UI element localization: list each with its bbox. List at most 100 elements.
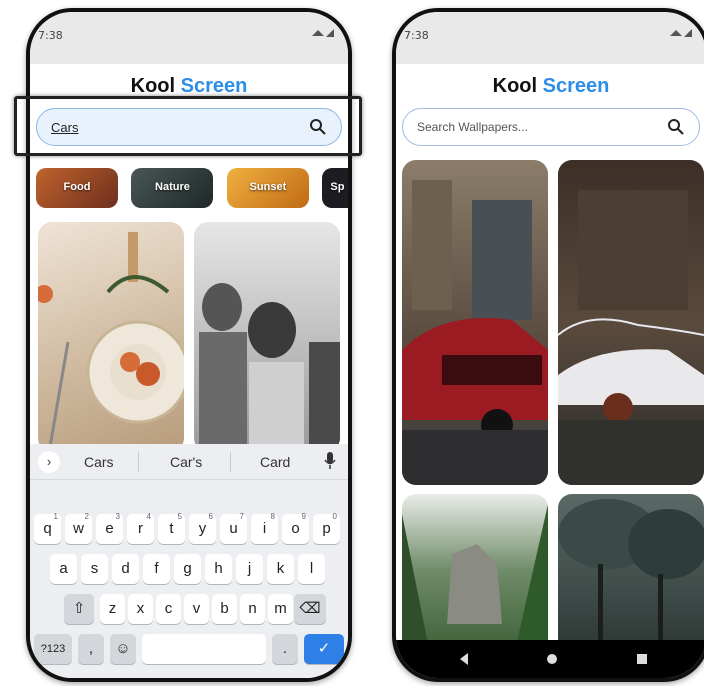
phone-right: 7:38 Kool Screen Search Wallpapers... bbox=[392, 8, 704, 682]
chevron-right-icon[interactable]: › bbox=[38, 451, 60, 473]
key-alt-label: 0 bbox=[332, 512, 337, 521]
key-m[interactable]: m bbox=[268, 594, 293, 624]
app-title-part1: Kool bbox=[492, 74, 538, 97]
wallpaper-tile-dark-trees[interactable] bbox=[558, 494, 704, 664]
key-r[interactable]: r4 bbox=[127, 512, 154, 544]
key-t[interactable]: t5 bbox=[158, 512, 185, 544]
category-label: Food bbox=[63, 181, 91, 193]
key-p[interactable]: p0 bbox=[313, 512, 340, 544]
enter-key[interactable]: ✓ bbox=[304, 634, 344, 664]
key-n[interactable]: n bbox=[240, 594, 265, 624]
suggestion-item[interactable]: Card bbox=[260, 454, 290, 470]
key-e[interactable]: e3 bbox=[96, 512, 123, 544]
key-k[interactable]: k bbox=[267, 554, 294, 584]
key-alt-label: 4 bbox=[146, 512, 151, 521]
backspace-key[interactable]: ⌫ bbox=[294, 594, 326, 624]
status-icons bbox=[668, 28, 696, 41]
suggestion-item[interactable]: Car's bbox=[170, 454, 202, 470]
key-label: p bbox=[322, 520, 331, 537]
key-h[interactable]: h bbox=[205, 554, 232, 584]
home-icon[interactable] bbox=[546, 652, 558, 666]
comma-key[interactable]: , bbox=[78, 634, 104, 664]
key-label: i bbox=[262, 520, 267, 537]
key-label: y bbox=[198, 520, 207, 537]
phone-right-screen: 7:38 Kool Screen Search Wallpapers... bbox=[396, 12, 704, 678]
key-label: m bbox=[274, 600, 287, 617]
search-placeholder: Search Wallpapers... bbox=[417, 120, 528, 134]
key-c[interactable]: c bbox=[156, 594, 181, 624]
key-b[interactable]: b bbox=[212, 594, 237, 624]
space-key[interactable] bbox=[142, 634, 266, 664]
suggestion-bar: › Cars Car's Card bbox=[30, 444, 348, 480]
suggestion-item[interactable]: Cars bbox=[84, 454, 114, 470]
wallpaper-tile-white-car[interactable] bbox=[558, 160, 704, 485]
key-label: t bbox=[169, 520, 174, 537]
search-icon[interactable] bbox=[667, 118, 685, 136]
suggestion-separator bbox=[138, 452, 139, 472]
category-chip-nature[interactable]: Nature bbox=[131, 168, 214, 208]
shift-key[interactable]: ⇧ bbox=[64, 594, 94, 624]
key-label: g bbox=[183, 560, 192, 577]
key-alt-label: 2 bbox=[84, 512, 89, 521]
key-o[interactable]: o9 bbox=[282, 512, 309, 544]
key-g[interactable]: g bbox=[174, 554, 201, 584]
app-title-part2: Screen bbox=[180, 74, 248, 97]
key-label: w bbox=[73, 520, 84, 537]
key-q[interactable]: q1 bbox=[34, 512, 61, 544]
key-d[interactable]: d bbox=[112, 554, 139, 584]
wallpaper-tile-forest-cliff[interactable] bbox=[402, 494, 548, 664]
checkmark-icon: ✓ bbox=[317, 640, 331, 657]
symbols-key[interactable]: ?123 bbox=[34, 634, 72, 664]
search-input[interactable]: Search Wallpapers... bbox=[402, 108, 700, 146]
microphone-icon[interactable] bbox=[324, 452, 336, 470]
key-alt-label: 5 bbox=[177, 512, 182, 521]
key-label: h bbox=[214, 560, 223, 577]
key-l[interactable]: l bbox=[298, 554, 325, 584]
key-v[interactable]: v bbox=[184, 594, 209, 624]
wallpaper-tile-table-setting[interactable] bbox=[38, 222, 184, 452]
status-time: 7:38 bbox=[38, 29, 63, 42]
key-u[interactable]: u7 bbox=[220, 512, 247, 544]
android-nav-bar bbox=[396, 640, 704, 678]
key-alt-label: 7 bbox=[239, 512, 244, 521]
key-x[interactable]: x bbox=[128, 594, 153, 624]
key-label: x bbox=[136, 600, 145, 617]
key-label: s bbox=[90, 560, 99, 577]
soft-keyboard: › Cars Car's Card q1w2e3r4t5y6u7i8o9p0 a… bbox=[30, 444, 348, 678]
category-chip-sp[interactable]: Sp bbox=[322, 168, 348, 208]
emoji-key[interactable]: ☺ bbox=[110, 634, 136, 664]
key-j[interactable]: j bbox=[236, 554, 263, 584]
red-sports-car-photo bbox=[402, 180, 548, 485]
app-title-part1: Kool bbox=[130, 74, 176, 97]
key-y[interactable]: y6 bbox=[189, 512, 216, 544]
status-time: 7:38 bbox=[404, 29, 429, 42]
key-label: f bbox=[154, 560, 159, 577]
app-bar: Kool Screen bbox=[396, 64, 704, 108]
key-s[interactable]: s bbox=[81, 554, 108, 584]
search-highlight-box bbox=[14, 96, 362, 156]
key-label: z bbox=[108, 600, 117, 617]
category-chip-food[interactable]: Food bbox=[36, 168, 118, 208]
key-alt-label: 8 bbox=[270, 512, 275, 521]
back-icon[interactable] bbox=[458, 652, 470, 666]
wallpaper-tile-red-car[interactable] bbox=[402, 160, 548, 485]
table-setting-photo bbox=[38, 232, 184, 448]
key-i[interactable]: i8 bbox=[251, 512, 278, 544]
period-key[interactable]: . bbox=[272, 634, 298, 664]
category-chip-sunset[interactable]: Sunset bbox=[226, 168, 309, 208]
key-label: e bbox=[105, 520, 114, 537]
key-z[interactable]: z bbox=[100, 594, 125, 624]
key-label: j bbox=[247, 560, 252, 577]
key-label: q bbox=[43, 520, 52, 537]
status-icons bbox=[310, 28, 338, 41]
category-label: Sunset bbox=[249, 181, 287, 193]
key-f[interactable]: f bbox=[143, 554, 170, 584]
status-bar: 7:38 bbox=[30, 12, 348, 64]
key-a[interactable]: a bbox=[50, 554, 77, 584]
recents-icon[interactable] bbox=[636, 652, 648, 666]
key-alt-label: 1 bbox=[53, 512, 58, 521]
key-label: l bbox=[309, 560, 314, 577]
key-w[interactable]: w2 bbox=[65, 512, 92, 544]
wallpaper-tile-friends[interactable] bbox=[194, 222, 340, 452]
key-label: o bbox=[291, 520, 300, 537]
